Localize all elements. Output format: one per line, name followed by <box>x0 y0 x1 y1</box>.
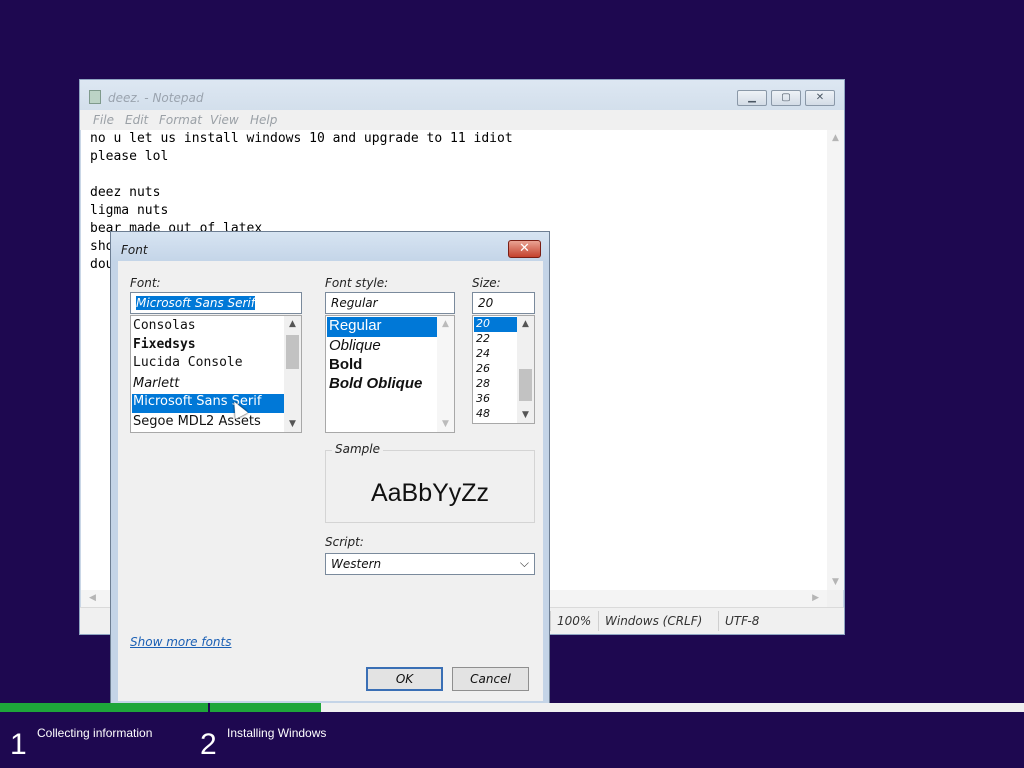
progress-step-2-fill <box>210 703 321 712</box>
scroll-right-icon[interactable]: ▶ <box>812 593 819 603</box>
scroll-thumb[interactable] <box>286 335 299 369</box>
style-list-item[interactable]: Bold <box>329 356 362 373</box>
step-label: Installing Windows <box>227 726 327 740</box>
scroll-up-icon[interactable]: ▲ <box>827 133 844 143</box>
status-line-ending: Windows (CRLF) <box>605 614 703 628</box>
style-list-item[interactable]: Oblique <box>329 337 381 354</box>
font-list-item[interactable]: Segoe MDL2 Assets <box>133 414 261 429</box>
size-list-item[interactable]: 36 <box>476 392 490 405</box>
script-select[interactable]: Western ⌵ <box>325 553 535 575</box>
size-list[interactable]: 20 22 24 26 28 36 48 ▲ ▼ <box>472 315 535 424</box>
close-button[interactable]: ✕ <box>805 90 835 106</box>
font-list-item[interactable]: Marlett <box>133 376 179 391</box>
cancel-button[interactable]: Cancel <box>452 667 529 691</box>
size-list-item[interactable]: 24 <box>476 347 490 360</box>
size-input[interactable]: 20 <box>472 292 535 314</box>
font-list-item[interactable]: Lucida Console <box>133 355 243 370</box>
script-label: Script: <box>325 535 364 549</box>
font-label: Font: <box>130 276 161 290</box>
notepad-title: deez. - Notepad <box>108 91 204 105</box>
menu-file[interactable]: File <box>93 113 114 127</box>
size-list-item-selected[interactable]: 20 <box>474 317 517 332</box>
maximize-button[interactable]: ▢ <box>771 90 801 106</box>
step-number: 2 <box>200 728 217 761</box>
font-style-label: Font style: <box>325 276 389 290</box>
font-dialog-title-bar[interactable]: Font ✕ <box>111 232 549 261</box>
status-zoom: 100% <box>557 614 592 628</box>
text-line: please lol <box>90 149 169 164</box>
size-list-scrollbar[interactable]: ▲ ▼ <box>517 316 534 423</box>
style-list-scrollbar[interactable]: ▲ ▼ <box>437 316 454 432</box>
status-divider <box>718 611 719 631</box>
sample-text: AaBbYyZz <box>370 479 490 507</box>
font-style-list[interactable]: Regular Oblique Bold Bold Oblique ▲ ▼ <box>325 315 455 433</box>
scroll-thumb[interactable] <box>519 369 532 401</box>
size-list-item[interactable]: 48 <box>476 407 490 420</box>
setup-progress-bar <box>0 703 1024 712</box>
step-label: Collecting information <box>37 726 153 740</box>
font-list-item[interactable]: Consolas <box>133 318 196 333</box>
font-dialog-title: Font <box>121 243 148 257</box>
text-line: deez nuts <box>90 185 161 200</box>
vertical-scrollbar[interactable]: ▲ ▼ <box>827 130 844 590</box>
chevron-down-icon: ⌵ <box>519 556 529 570</box>
text-line: ligma nuts <box>90 203 169 218</box>
minimize-button[interactable]: ▁ <box>737 90 767 106</box>
status-encoding: UTF-8 <box>725 614 760 628</box>
show-more-fonts-link[interactable]: Show more fonts <box>130 635 231 649</box>
size-label: Size: <box>472 276 501 290</box>
step-number: 1 <box>10 728 27 761</box>
style-list-item[interactable]: Bold Oblique <box>329 375 422 392</box>
font-list-item[interactable]: Fixedsys <box>133 337 196 352</box>
notepad-title-bar[interactable]: deez. - Notepad ▁ ▢ ✕ <box>80 80 844 110</box>
scroll-left-icon[interactable]: ◀ <box>89 593 96 603</box>
font-dialog: Font ✕ Font: Microsoft Sans Serif Consol… <box>110 231 550 707</box>
scroll-down-icon[interactable]: ▼ <box>284 419 301 429</box>
font-list-item-selected[interactable]: Microsoft Sans Serif <box>132 394 284 413</box>
status-divider <box>598 611 599 631</box>
menu-format[interactable]: Format <box>159 113 202 127</box>
ok-button[interactable]: OK <box>366 667 443 691</box>
font-dialog-body: Font: Microsoft Sans Serif Consolas Fixe… <box>118 261 543 701</box>
font-name-input[interactable]: Microsoft Sans Serif <box>130 292 302 314</box>
scroll-down-icon[interactable]: ▼ <box>517 410 534 420</box>
scroll-down-icon[interactable]: ▼ <box>827 577 844 587</box>
progress-step-1-fill <box>0 703 208 712</box>
close-icon: ✕ <box>519 241 530 256</box>
menu-bar: File Edit Format View Help <box>80 110 844 130</box>
scroll-up-icon[interactable]: ▲ <box>517 319 534 329</box>
sample-group: Sample AaBbYyZz <box>325 442 535 523</box>
font-list[interactable]: Consolas Fixedsys Lucida Console Marlett… <box>130 315 302 433</box>
dialog-close-button[interactable]: ✕ <box>508 240 541 258</box>
script-value: Western <box>331 557 382 571</box>
size-list-item[interactable]: 28 <box>476 377 490 390</box>
scroll-up-icon[interactable]: ▲ <box>437 319 454 329</box>
font-style-input[interactable]: Regular <box>325 292 455 314</box>
status-divider <box>550 611 551 631</box>
scroll-up-icon[interactable]: ▲ <box>284 319 301 329</box>
size-list-item[interactable]: 26 <box>476 362 490 375</box>
menu-edit[interactable]: Edit <box>125 113 148 127</box>
font-list-scrollbar[interactable]: ▲ ▼ <box>284 316 301 432</box>
font-name-value: Microsoft Sans Serif <box>136 296 256 310</box>
style-list-item-selected[interactable]: Regular <box>327 317 437 337</box>
notepad-app-icon <box>89 90 101 104</box>
sample-label: Sample <box>332 442 383 456</box>
menu-view[interactable]: View <box>210 113 239 127</box>
scroll-down-icon[interactable]: ▼ <box>437 419 454 429</box>
size-list-item[interactable]: 22 <box>476 332 490 345</box>
menu-help[interactable]: Help <box>250 113 277 127</box>
text-line: no u let us install windows 10 and upgra… <box>90 131 513 146</box>
